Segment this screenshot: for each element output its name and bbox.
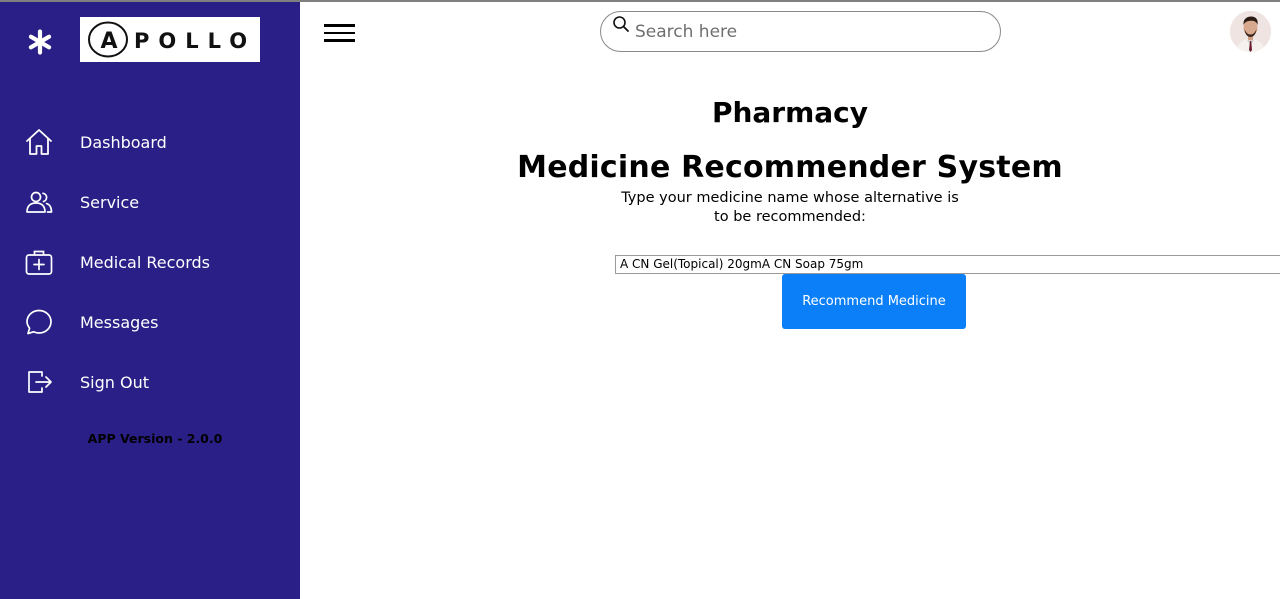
asterisk-icon bbox=[26, 28, 54, 56]
medical-kit-icon bbox=[24, 247, 54, 277]
instructions-text: Type your medicine name whose alternativ… bbox=[621, 190, 959, 225]
search-input[interactable] bbox=[635, 19, 985, 45]
sign-out-icon bbox=[24, 367, 54, 397]
apollo-logo[interactable]: A POLLO bbox=[80, 17, 260, 62]
sidebar-item-label: Service bbox=[80, 192, 140, 212]
user-avatar[interactable] bbox=[1230, 11, 1271, 52]
hamburger-icon[interactable] bbox=[324, 22, 356, 44]
recommend-medicine-button[interactable]: Recommend Medicine bbox=[782, 274, 966, 329]
users-icon bbox=[24, 187, 54, 217]
page-heading: Pharmacy bbox=[711, 96, 869, 129]
sidebar-item-label: Medical Records bbox=[80, 252, 210, 272]
search-bar bbox=[600, 11, 1001, 52]
sidebar-item-label: Messages bbox=[80, 312, 159, 332]
svg-text:A: A bbox=[100, 29, 117, 54]
sidebar-item-label: Sign Out bbox=[80, 372, 149, 392]
sidebar-item-service[interactable]: Service bbox=[0, 179, 300, 225]
chat-bubble-icon bbox=[24, 307, 54, 337]
sidebar: A POLLO Dashboard Service Medical Record… bbox=[0, 2, 300, 599]
app-version: APP Version - 2.0.0 bbox=[87, 431, 223, 446]
sidebar-item-medical-records[interactable]: Medical Records bbox=[0, 239, 300, 285]
sidebar-item-label: Dashboard bbox=[80, 132, 167, 152]
sidebar-item-messages[interactable]: Messages bbox=[0, 299, 300, 345]
page-title: Medicine Recommender System bbox=[517, 150, 1063, 185]
sidebar-item-sign-out[interactable]: Sign Out bbox=[0, 359, 300, 405]
sidebar-item-dashboard[interactable]: Dashboard bbox=[0, 119, 300, 165]
medicine-select[interactable]: A CN Gel(Topical) 20gmA CN Soap 75gm bbox=[615, 255, 1280, 274]
home-icon bbox=[24, 127, 54, 157]
search-icon[interactable] bbox=[611, 14, 631, 34]
svg-text:POLLO: POLLO bbox=[134, 29, 256, 53]
